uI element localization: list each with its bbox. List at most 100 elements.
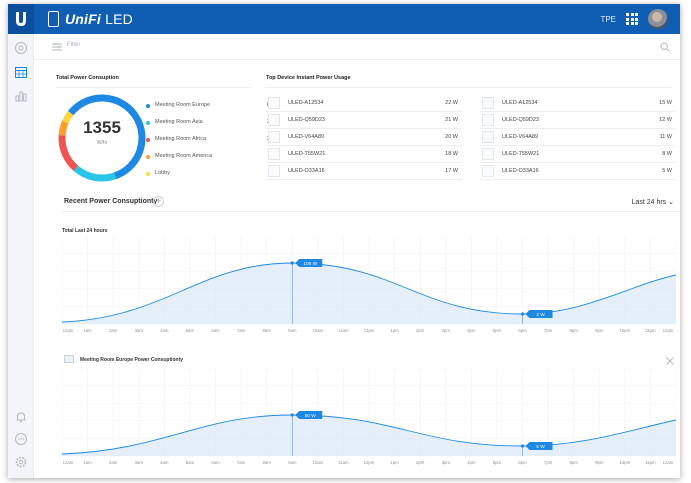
app-window: UniFi LED TPE Filter Total Power Consupt…	[8, 4, 680, 478]
device-row[interactable]: ULED-V64A89 11 W	[480, 129, 676, 146]
x-tick-label: 2am	[109, 460, 118, 465]
x-tick-label: 6am	[211, 328, 220, 333]
bell-icon[interactable]	[14, 410, 28, 424]
legend-item: Meeting Room Africa200	[146, 136, 276, 146]
power-chart-europe: 50 W 5 W 12am 1am 2am 3am 4am 5am 6am 7am 8am 9am 10…	[62, 368, 676, 465]
filter-input[interactable]: Filter	[67, 42, 80, 48]
device-name: ULED-A12534	[502, 100, 538, 106]
x-tick-label: 1pm	[390, 460, 399, 465]
donut-chart: 1355 W/hr	[56, 92, 148, 184]
x-tick-label: 3am	[135, 328, 144, 333]
filter-icon[interactable]	[52, 43, 62, 51]
low-marker-dot[interactable]	[520, 312, 525, 316]
x-tick-label: 8pm	[569, 328, 578, 333]
peak-marker-dot[interactable]	[290, 413, 294, 417]
peak-tooltip: 106 W	[295, 259, 323, 267]
filter-bar: Filter	[34, 34, 680, 60]
donut-svg	[58, 94, 146, 182]
peak-value-label: 50 W	[305, 413, 317, 419]
device-name: ULED-Q59D23	[288, 117, 325, 123]
device-thumbnail	[482, 131, 494, 143]
legend-item: Meeting Room America75	[146, 153, 276, 163]
add-chart-button[interactable]: +	[153, 196, 164, 207]
device-power: 22 W	[445, 100, 458, 106]
device-thumbnail	[482, 97, 494, 109]
x-tick-label: 9am	[288, 460, 297, 465]
legend-item: Lobby55	[146, 170, 276, 180]
low-marker-dot[interactable]	[520, 444, 525, 448]
divider	[265, 87, 671, 88]
device-row[interactable]: ULED-O33A16 17 W	[266, 163, 462, 180]
x-tick-label: 4am	[160, 460, 169, 465]
low-tooltip: 2 W	[525, 310, 553, 318]
x-tick-label: 4pm	[467, 460, 476, 465]
unifi-logo-icon[interactable]	[8, 4, 34, 34]
x-tick-label: 12am	[63, 460, 74, 465]
x-tick-label: 6pm	[518, 328, 527, 333]
device-row[interactable]: ULED-Q59D23 21 W	[266, 112, 462, 129]
device-power: 21 W	[445, 117, 458, 123]
x-tick-label: 10pm	[619, 460, 630, 465]
x-tick-label: 12pm	[364, 460, 375, 465]
device-name: ULED-T55W21	[502, 151, 540, 157]
peak-marker-dot[interactable]	[290, 261, 294, 265]
device-thumbnail	[268, 148, 280, 160]
recent-power-title: Recent Power Consuptionty	[64, 198, 158, 205]
top-right-controls: TPE	[600, 4, 668, 34]
x-tick-label: 10am	[312, 328, 323, 333]
low-value-label: 2 W	[536, 312, 545, 318]
app-brand: UniFi LED	[48, 4, 133, 34]
x-tick-label: 11pm	[645, 460, 656, 465]
device-power: 8 W	[662, 151, 672, 157]
x-tick-label: 4pm	[467, 328, 476, 333]
x-tick-label: 5am	[186, 328, 195, 333]
x-tick-label: 11am	[338, 328, 349, 333]
device-name: ULED-O33A16	[288, 168, 325, 174]
search-icon[interactable]	[660, 42, 670, 52]
low-value-label: 5 W	[536, 444, 545, 450]
device-power: 15 W	[659, 100, 672, 106]
device-power: 5 W	[662, 168, 672, 174]
device-thumbnail	[268, 97, 280, 109]
time-range-select[interactable]: Last 24 hrs ⌄	[632, 198, 674, 206]
x-tick-label: 2pm	[416, 328, 425, 333]
device-row[interactable]: ULED-O33A16 5 W	[480, 163, 676, 180]
stats-icon[interactable]	[14, 89, 28, 103]
device-row[interactable]: ULED-T55W21 8 W	[480, 146, 676, 163]
avatar[interactable]	[648, 9, 668, 29]
x-tick-label: 1am	[83, 460, 92, 465]
x-tick-label: 10pm	[619, 328, 630, 333]
device-thumbnail	[268, 131, 280, 143]
device-row[interactable]: ULED-A12534 15 W	[480, 95, 676, 112]
legend-item: Meeting Room Asia225	[146, 119, 276, 129]
site-label[interactable]: TPE	[600, 15, 616, 24]
x-tick-label: 3pm	[442, 460, 451, 465]
x-tick-label: 10am	[312, 460, 323, 465]
chat-icon[interactable]	[14, 432, 28, 446]
device-row[interactable]: ULED-T55W21 18 W	[266, 146, 462, 163]
calendar-icon[interactable]	[14, 65, 28, 79]
device-row[interactable]: ULED-Q59D23 12 W	[480, 112, 676, 129]
close-icon[interactable]	[666, 357, 674, 365]
settings-icon[interactable]	[14, 455, 28, 469]
chart-title: Total Last 24 hours	[62, 228, 108, 234]
device-row[interactable]: ULED-A12534 22 W	[266, 95, 462, 112]
x-tick-label: 12am	[663, 460, 674, 465]
x-tick-label: 3pm	[442, 328, 451, 333]
x-tick-label: 5am	[186, 460, 195, 465]
device-name: ULED-Q59D23	[502, 117, 539, 123]
main-content: Total Power Consuption 1355 W/hr Meeting…	[34, 60, 680, 478]
x-tick-label: 7am	[237, 328, 246, 333]
dashboard-icon[interactable]	[14, 41, 28, 55]
device-row[interactable]: ULED-V64A89 20 W	[266, 129, 462, 146]
top-bar: UniFi LED TPE	[8, 4, 680, 34]
grid-apps-icon[interactable]	[626, 13, 638, 25]
total-power-value: 1355	[83, 118, 121, 137]
power-consumption-title: Total Power Consuption	[56, 75, 119, 81]
device-power: 17 W	[445, 168, 458, 174]
x-tick-label: 12am	[663, 328, 674, 333]
x-tick-label: 9pm	[595, 328, 604, 333]
device-thumbnail	[268, 114, 280, 126]
peak-value-label: 106 W	[303, 261, 317, 267]
x-tick-label: 7pm	[544, 328, 553, 333]
